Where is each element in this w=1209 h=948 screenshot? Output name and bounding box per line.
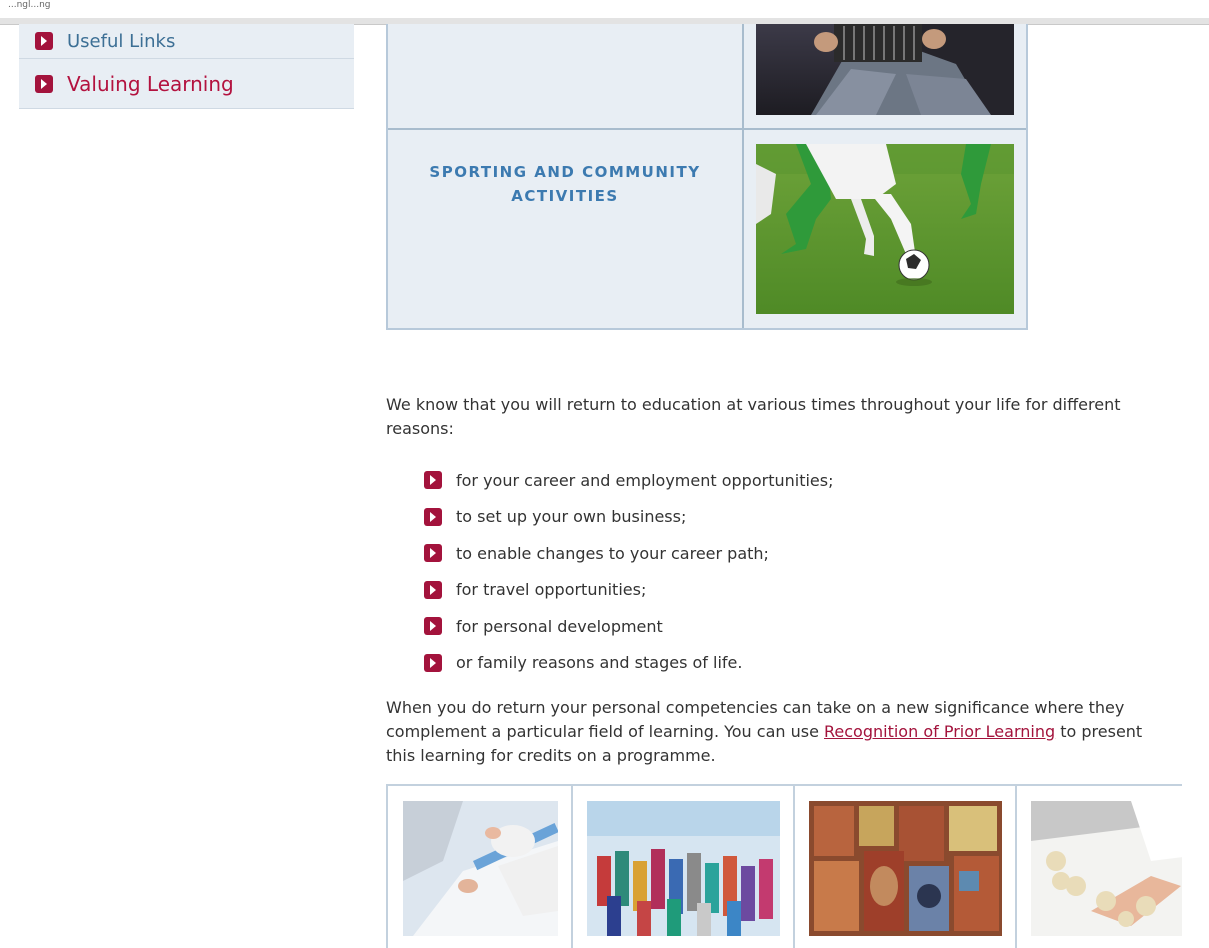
arrow-bullet-icon	[424, 507, 442, 526]
soccer-player-photo	[756, 144, 1014, 314]
sidebar: Useful Links Valuing Learning	[19, 24, 354, 109]
image-cell	[388, 786, 573, 948]
image-cell	[795, 786, 1017, 948]
arrow-bullet-icon	[424, 653, 442, 672]
arrow-bullet-icon	[35, 32, 53, 50]
list-item-text: to set up your own business;	[456, 507, 687, 527]
list-item: for travel opportunities;	[424, 572, 834, 609]
list-item: for your career and employment opportuni…	[424, 462, 834, 499]
arrow-bullet-icon	[424, 617, 442, 636]
course-image-strip	[386, 784, 1182, 948]
clay-tiles-photo	[809, 801, 1002, 936]
arrow-bullet-icon	[424, 471, 442, 490]
spools-photo	[587, 801, 780, 936]
grid-divider-vertical	[742, 24, 744, 328]
rpl-paragraph: When you do return your personal compete…	[386, 696, 1166, 768]
top-text-fragment: ...ngl...ng	[8, 0, 51, 10]
grid-divider-horizontal	[388, 128, 1026, 130]
sidebar-item-valuing-learning[interactable]: Valuing Learning	[19, 59, 354, 109]
sporting-activities-title: SPORTING AND COMMUNITY ACTIVITIES	[429, 163, 701, 205]
list-item: or family reasons and stages of life.	[424, 645, 834, 682]
recognition-of-prior-learning-link[interactable]: Recognition of Prior Learning	[824, 722, 1055, 741]
image-cell	[1017, 786, 1182, 948]
baking-dough-photo	[1031, 801, 1182, 936]
sidebar-item-label: Useful Links	[67, 30, 176, 52]
arrow-bullet-icon	[35, 74, 53, 93]
image-cell	[573, 786, 795, 948]
reasons-list: for your career and employment opportuni…	[424, 462, 834, 681]
sidebar-item-useful-links[interactable]: Useful Links	[19, 24, 354, 59]
sidebar-item-label: Valuing Learning	[67, 71, 234, 96]
list-item-text: for personal development	[456, 616, 663, 636]
list-item: for personal development	[424, 608, 834, 645]
arrow-bullet-icon	[424, 580, 442, 599]
list-item-text: for travel opportunities;	[456, 580, 647, 600]
list-item: to enable changes to your career path;	[424, 535, 834, 572]
list-item-text: or family reasons and stages of life.	[456, 653, 743, 673]
drafting-photo	[403, 801, 558, 936]
list-item-text: to enable changes to your career path;	[456, 543, 769, 563]
arrow-bullet-icon	[424, 544, 442, 563]
accordion-player-photo	[756, 24, 1014, 115]
intro-paragraph: We know that you will return to educatio…	[386, 395, 1121, 438]
activity-grid: SPORTING AND COMMUNITY ACTIVITIES	[386, 24, 1028, 330]
list-item-text: for your career and employment opportuni…	[456, 470, 834, 490]
list-item: to set up your own business;	[424, 499, 834, 536]
